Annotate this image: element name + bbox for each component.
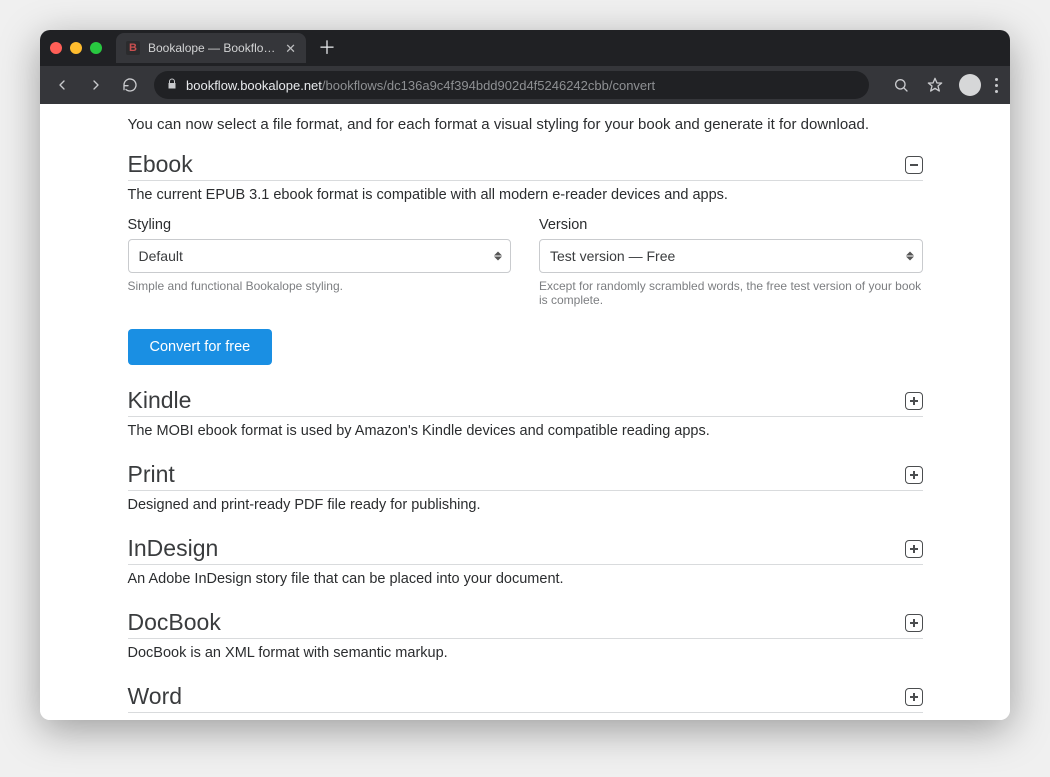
maximize-window-icon[interactable] bbox=[90, 42, 102, 54]
section-desc: An Adobe InDesign story file that can be… bbox=[128, 571, 923, 587]
page-viewport[interactable]: You can now select a file format, and fo… bbox=[40, 104, 1010, 720]
section-title: InDesign bbox=[128, 535, 219, 562]
forward-button[interactable] bbox=[86, 75, 106, 95]
zoom-icon[interactable] bbox=[891, 75, 911, 95]
convert-button[interactable]: Convert for free bbox=[128, 329, 273, 365]
bookmark-icon[interactable] bbox=[925, 75, 945, 95]
expand-icon[interactable] bbox=[905, 466, 923, 484]
styling-select-value: Default bbox=[139, 248, 183, 264]
back-button[interactable] bbox=[52, 75, 72, 95]
close-window-icon[interactable] bbox=[50, 42, 62, 54]
section-kindle: Kindle The MOBI ebook format is used by A… bbox=[128, 387, 923, 439]
intro-text: You can now select a file format, and fo… bbox=[128, 116, 923, 133]
section-ebook: Ebook The current EPUB 3.1 ebook format … bbox=[128, 151, 923, 365]
minimize-window-icon[interactable] bbox=[70, 42, 82, 54]
section-desc: DocBook is an XML format with semantic m… bbox=[128, 645, 923, 661]
version-help: Except for randomly scrambled words, the… bbox=[539, 279, 923, 307]
styling-select[interactable]: Default bbox=[128, 239, 512, 273]
styling-label: Styling bbox=[128, 217, 512, 233]
favicon-icon: B bbox=[126, 41, 140, 55]
url-path: /bookflows/dc136a9c4f394bdd902d4f5246242… bbox=[322, 78, 655, 93]
menu-icon[interactable] bbox=[995, 78, 998, 93]
expand-icon[interactable] bbox=[905, 540, 923, 558]
section-indesign: InDesign An Adobe InDesign story file tha… bbox=[128, 535, 923, 587]
styling-field: Styling Default Simple and functional Bo… bbox=[128, 217, 512, 307]
profile-avatar[interactable] bbox=[959, 74, 981, 96]
version-label: Version bbox=[539, 217, 923, 233]
section-desc: The MOBI ebook format is used by Amazon'… bbox=[128, 423, 923, 439]
select-caret-icon bbox=[494, 252, 502, 261]
lock-icon bbox=[166, 78, 178, 93]
new-tab-button[interactable]: ＋ bbox=[318, 39, 336, 57]
section-print: Print Designed and print-ready PDF file r… bbox=[128, 461, 923, 513]
styling-help: Simple and functional Bookalope styling. bbox=[128, 279, 512, 293]
collapse-icon[interactable] bbox=[905, 156, 923, 174]
section-ebook-header[interactable]: Ebook bbox=[128, 151, 923, 181]
toolbar-right bbox=[891, 74, 998, 96]
page-content: You can now select a file format, and fo… bbox=[128, 104, 923, 720]
url-text: bookflow.bookalope.net/bookflows/dc136a9… bbox=[186, 78, 655, 93]
browser-window: B Bookalope — Bookflow: Conve ✕ ＋ bookfl… bbox=[40, 30, 1010, 720]
section-header[interactable]: Print bbox=[128, 461, 923, 491]
section-header[interactable]: Word bbox=[128, 683, 923, 713]
section-desc: Standard Microsoft Word file format, tha… bbox=[128, 719, 923, 720]
section-header[interactable]: InDesign bbox=[128, 535, 923, 565]
section-title: Print bbox=[128, 461, 175, 488]
section-title: DocBook bbox=[128, 609, 221, 636]
section-title: Kindle bbox=[128, 387, 192, 414]
expand-icon[interactable] bbox=[905, 614, 923, 632]
tab-strip: B Bookalope — Bookflow: Conve ✕ ＋ bbox=[40, 30, 1010, 66]
close-tab-icon[interactable]: ✕ bbox=[285, 42, 296, 55]
section-docbook: DocBook DocBook is an XML format with sem… bbox=[128, 609, 923, 661]
browser-toolbar: bookflow.bookalope.net/bookflows/dc136a9… bbox=[40, 66, 1010, 104]
section-header[interactable]: Kindle bbox=[128, 387, 923, 417]
browser-tab[interactable]: B Bookalope — Bookflow: Conve ✕ bbox=[116, 33, 306, 63]
ebook-form-row: Styling Default Simple and functional Bo… bbox=[128, 217, 923, 307]
reload-button[interactable] bbox=[120, 75, 140, 95]
version-select-value: Test version — Free bbox=[550, 248, 675, 264]
address-bar[interactable]: bookflow.bookalope.net/bookflows/dc136a9… bbox=[154, 71, 869, 99]
select-caret-icon bbox=[906, 252, 914, 261]
version-select[interactable]: Test version — Free bbox=[539, 239, 923, 273]
section-ebook-desc: The current EPUB 3.1 ebook format is com… bbox=[128, 187, 923, 203]
version-field: Version Test version — Free Except for r… bbox=[539, 217, 923, 307]
section-title: Word bbox=[128, 683, 183, 710]
expand-icon[interactable] bbox=[905, 392, 923, 410]
section-word: Word Standard Microsoft Word file format,… bbox=[128, 683, 923, 720]
window-controls bbox=[50, 42, 102, 54]
section-desc: Designed and print-ready PDF file ready … bbox=[128, 497, 923, 513]
section-ebook-title: Ebook bbox=[128, 151, 193, 178]
tab-title: Bookalope — Bookflow: Conve bbox=[148, 41, 277, 55]
expand-icon[interactable] bbox=[905, 688, 923, 706]
section-header[interactable]: DocBook bbox=[128, 609, 923, 639]
url-host: bookflow.bookalope.net bbox=[186, 78, 322, 93]
